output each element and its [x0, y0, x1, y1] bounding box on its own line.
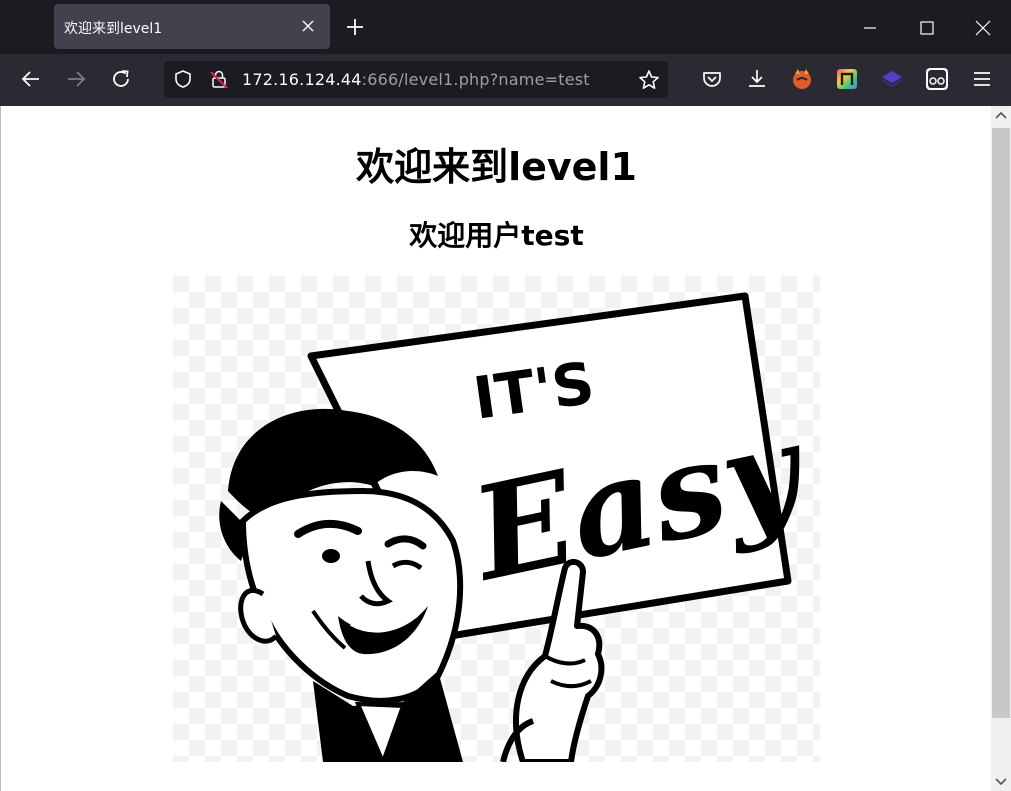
browser-window: 欢迎来到level1 172.16.124.44:666/level1.php?… [0, 0, 1011, 791]
its-easy-cartoon-image: IT'S Easy [173, 276, 820, 762]
url-host: 172.16.124.44 [242, 70, 362, 89]
active-tab[interactable]: 欢迎来到level1 [54, 4, 330, 49]
arrow-left-icon[interactable] [18, 66, 44, 92]
extension-fox-icon[interactable] [789, 66, 815, 92]
shield-icon[interactable] [172, 68, 194, 90]
star-icon[interactable] [637, 68, 661, 92]
arrow-right-icon[interactable] [63, 66, 89, 92]
extension-rainbow-icon[interactable] [834, 66, 860, 92]
hamburger-menu-icon[interactable] [969, 66, 995, 92]
extension-layers-icon[interactable] [879, 66, 905, 92]
minimize-icon[interactable] [857, 15, 883, 41]
insecure-lock-icon[interactable] [208, 68, 230, 90]
download-icon[interactable] [744, 66, 770, 92]
scrollbar-thumb[interactable] [992, 128, 1010, 718]
welcome-subtitle: 欢迎用户test [409, 219, 584, 252]
url-text[interactable]: 172.16.124.44:666/level1.php?name=test [242, 70, 590, 89]
extension-glasses-icon[interactable] [924, 66, 950, 92]
close-icon[interactable] [299, 17, 317, 35]
tab-strip: 欢迎来到level1 [0, 0, 1011, 54]
plus-icon[interactable] [343, 15, 367, 39]
maximize-icon[interactable] [914, 15, 940, 41]
reload-icon[interactable] [108, 66, 134, 92]
scroll-up-icon[interactable] [991, 106, 1011, 126]
scroll-down-icon[interactable] [991, 771, 1011, 791]
url-path: :666/level1.php?name=test [361, 70, 590, 89]
page-content: 欢迎来到level1 欢迎用户test IT'S Easy [0, 106, 991, 791]
url-bar[interactable]: 172.16.124.44:666/level1.php?name=test [164, 61, 668, 98]
tab-title: 欢迎来到level1 [64, 21, 163, 37]
page-title: 欢迎来到level1 [356, 145, 637, 189]
nav-bar: 172.16.124.44:666/level1.php?name=test [0, 54, 1011, 106]
vertical-scrollbar[interactable] [991, 106, 1011, 791]
pocket-icon[interactable] [699, 66, 725, 92]
window-close-icon[interactable] [970, 15, 996, 41]
